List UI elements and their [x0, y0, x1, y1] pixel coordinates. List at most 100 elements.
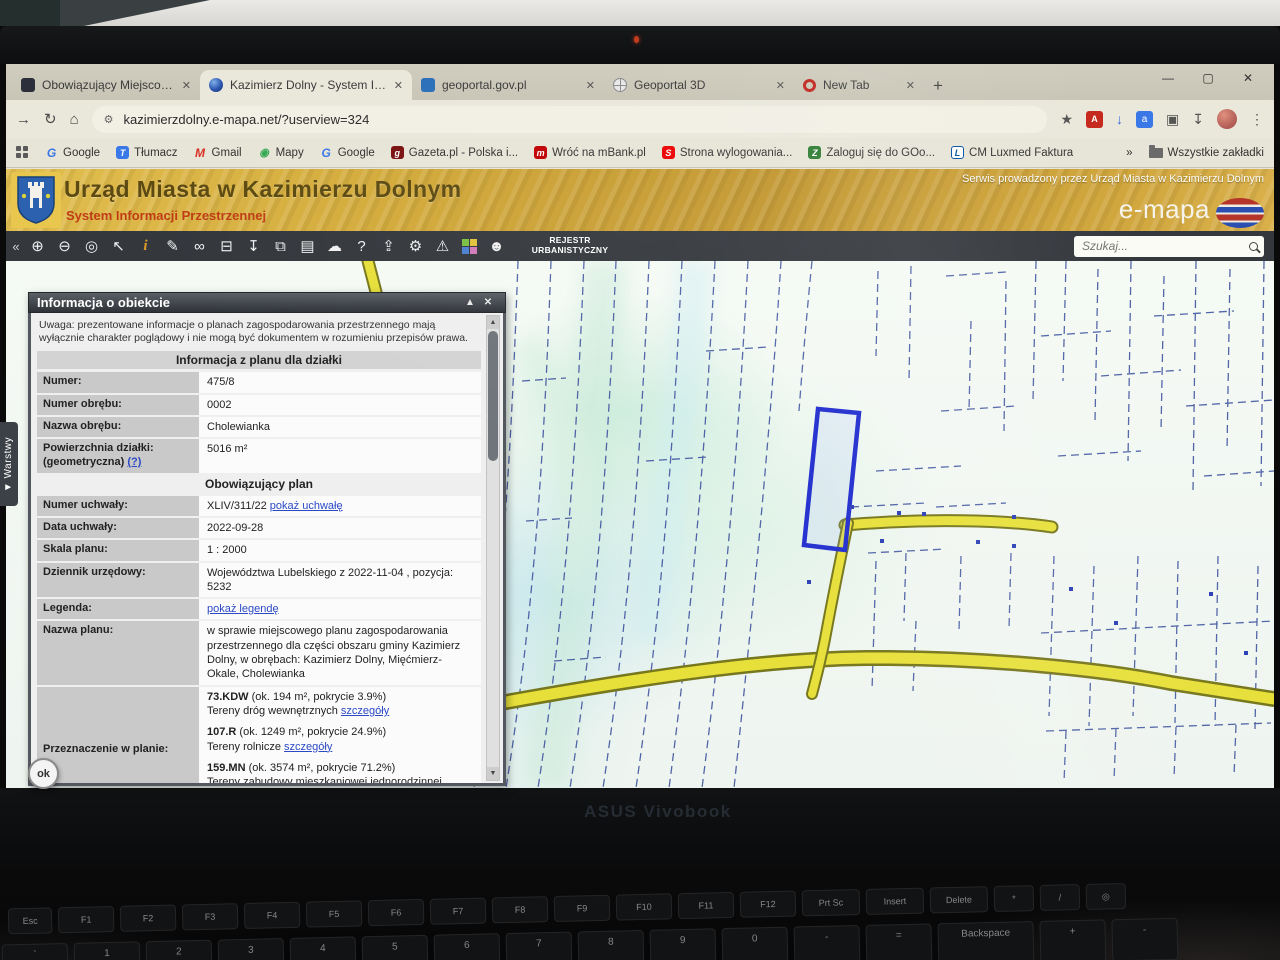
forward-icon[interactable]: →: [16, 111, 31, 128]
thematic-layers-icon[interactable]: [462, 238, 477, 254]
apps-grid-icon[interactable]: [16, 146, 29, 159]
bookmark-tlumacz[interactable]: T Tłumacz: [116, 146, 178, 159]
pdf-extension-icon[interactable]: A: [1086, 110, 1104, 128]
export-icon[interactable]: ⇪: [375, 237, 402, 255]
scroll-down-icon[interactable]: ▼: [487, 767, 499, 780]
bookmarks-bar: G Google T Tłumacz M Gmail ◉ Mapy G Google gG…: [6, 138, 1274, 168]
bookmark-google[interactable]: G Google: [45, 146, 100, 160]
bookmark-goo[interactable]: Z Zaloguj się do GOo...: [808, 146, 935, 159]
tab-new-tab[interactable]: New Tab ✕: [794, 70, 924, 100]
bookmark-google-2[interactable]: G Google: [320, 146, 375, 160]
search-box[interactable]: [1074, 235, 1264, 257]
tab-close-icon[interactable]: ✕: [394, 79, 403, 92]
zoom-out-icon[interactable]: ⊖: [51, 237, 78, 255]
pointer-icon[interactable]: ↖: [105, 237, 132, 255]
mbank-icon: m: [534, 146, 548, 159]
key: 2: [145, 939, 213, 960]
tab-close-icon[interactable]: ✕: [182, 79, 191, 92]
measure-icon[interactable]: ✎: [159, 237, 186, 255]
row-label: Data uchwały:: [37, 517, 199, 539]
minimize-button[interactable]: —: [1148, 64, 1188, 92]
close-button[interactable]: ✕: [1228, 64, 1268, 92]
full-extent-icon[interactable]: ◎: [78, 237, 105, 255]
maximize-button[interactable]: ▢: [1188, 64, 1228, 92]
tab-kazimierz-dolny[interactable]: Kazimierz Dolny - System Infor ✕: [200, 70, 412, 100]
drive-extension-icon[interactable]: ↓: [1116, 111, 1123, 127]
scrollbar-thumb[interactable]: [488, 331, 498, 461]
tab-close-icon[interactable]: ✕: [586, 79, 595, 92]
panel-scrollbar[interactable]: ▲ ▼: [486, 315, 500, 781]
bookmark-star-icon[interactable]: ★: [1060, 111, 1073, 128]
clipboard-extension-icon[interactable]: ▣: [1166, 111, 1179, 128]
feedback-icon[interactable]: ☻: [483, 238, 510, 255]
tab-favicon: [21, 78, 35, 92]
bookmark-mapy[interactable]: ◉ Mapy: [258, 146, 303, 160]
polygon-select-icon[interactable]: ☁: [321, 237, 348, 255]
help-icon[interactable]: ?: [348, 238, 375, 255]
all-bookmarks-button[interactable]: Wszystkie zakładki: [1148, 144, 1264, 159]
bookmark-luxmed[interactable]: L CM Luxmed Faktura: [951, 146, 1073, 159]
row-nazwa-obrebu: Nazwa obrębu: Cholewianka: [37, 416, 481, 438]
show-resolution-link[interactable]: pokaż uchwałę: [270, 500, 343, 512]
panel-close-icon[interactable]: ✕: [479, 297, 497, 308]
collapse-panel-icon[interactable]: «: [8, 239, 24, 254]
key: +: [1039, 919, 1107, 960]
layers-panel-tab[interactable]: ▼ Warstwy: [0, 422, 18, 506]
panel-title-bar[interactable]: Informacja o obiekcie ▲ ✕: [28, 292, 506, 313]
gmail-icon: M: [195, 145, 206, 160]
section-parcel-info: Informacja z planu dla działki: [37, 351, 481, 370]
home-icon[interactable]: ⌂: [70, 111, 79, 128]
bookmark-mbank[interactable]: m Wróć na mBank.pl: [534, 146, 646, 159]
reload-icon[interactable]: ↻: [44, 110, 57, 128]
ok-button[interactable]: ok: [28, 758, 59, 789]
laptop-screen: Obowiązujący Miejscowy Plan ✕ Kazimierz …: [0, 64, 1274, 789]
tab-close-icon[interactable]: ✕: [906, 79, 915, 92]
url-pill[interactable]: ⚙: [91, 105, 1048, 133]
tab-favicon: [613, 78, 627, 92]
copy-view-icon[interactable]: ⧉: [267, 238, 294, 255]
row-nazwa-planu: Nazwa planu: w sprawie miejscowego planu…: [37, 621, 481, 685]
tab-bar: Obowiązujący Miejscowy Plan ✕ Kazimierz …: [6, 64, 1274, 100]
urban-register-button[interactable]: REJESTR URBANISTYCZNY: [510, 235, 630, 256]
emapa-brand[interactable]: e-mapa: [1119, 194, 1210, 225]
tab-label: Obowiązujący Miejscowy Plan: [42, 78, 175, 92]
bookmark-wylogowanie[interactable]: S Strona wylogowania...: [661, 146, 792, 159]
area-help-link[interactable]: (?): [127, 456, 141, 468]
identify-info-icon[interactable]: i: [132, 238, 159, 255]
key: Delete: [929, 886, 989, 914]
site-header: Urząd Miasta w Kazimierzu Dolnym System …: [6, 169, 1274, 231]
tab-miejscowy-plan[interactable]: Obowiązujący Miejscowy Plan ✕: [12, 70, 200, 100]
key: F5: [305, 900, 363, 928]
zoning-details-link[interactable]: szczegóły: [341, 705, 389, 717]
search-input[interactable]: [1080, 238, 1243, 254]
new-tab-button[interactable]: +: [924, 72, 952, 100]
key: ◎: [1085, 883, 1127, 910]
bookmarks-overflow-icon[interactable]: »: [1126, 147, 1132, 159]
address-bar: → ↻ ⌂ ⚙ ★ A ↓ a ▣ ↧ ⋮: [6, 100, 1274, 138]
settings-gear-icon[interactable]: ⚙: [402, 237, 429, 255]
panel-collapse-icon[interactable]: ▲: [461, 297, 479, 308]
browser-menu-icon[interactable]: ⋮: [1250, 111, 1264, 128]
search-icon[interactable]: [1249, 241, 1258, 251]
gazeta-icon: g: [390, 146, 404, 159]
tab-geoportal[interactable]: geoportal.gov.pl ✕: [412, 70, 604, 100]
downloads-icon[interactable]: ↧: [1192, 111, 1204, 128]
print-icon[interactable]: ⊟: [213, 237, 240, 255]
translate-extension-icon[interactable]: a: [1136, 110, 1154, 128]
bookmark-gmail[interactable]: M Gmail: [194, 145, 242, 160]
site-info-icon[interactable]: ⚙: [104, 113, 114, 126]
locate-icon[interactable]: ↧: [240, 237, 267, 255]
zoom-in-icon[interactable]: ⊕: [24, 237, 51, 255]
tab-geoportal-3d[interactable]: Geoportal 3D ✕: [604, 70, 794, 100]
north-arrow-icon[interactable]: ⚠: [429, 237, 456, 255]
layout-icon[interactable]: ▤: [294, 237, 321, 255]
tab-close-icon[interactable]: ✕: [776, 79, 785, 92]
show-legend-link[interactable]: pokaż legendę: [207, 603, 279, 615]
scroll-up-icon[interactable]: ▲: [487, 316, 499, 329]
zoning-details-link[interactable]: szczegóły: [284, 741, 332, 753]
tab-label: New Tab: [823, 78, 870, 92]
profile-avatar[interactable]: [1217, 109, 1237, 129]
link-icon[interactable]: ∞: [186, 238, 213, 255]
url-input[interactable]: [121, 110, 1036, 128]
bookmark-gazeta[interactable]: g Gazeta.pl - Polska i...: [390, 146, 518, 159]
